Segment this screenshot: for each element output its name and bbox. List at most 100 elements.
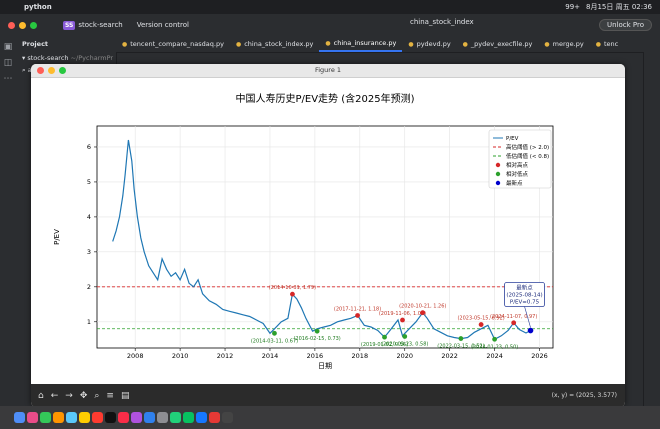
left-tool-rail: ▣ ◫ ⋯ — [0, 36, 17, 406]
relative-high-marker — [400, 317, 405, 323]
project-selector[interactable]: SS stock-search — [63, 20, 123, 30]
wechat-icon[interactable] — [183, 412, 194, 423]
tab-tencent[interactable]: ● tenc — [590, 36, 625, 52]
relative-low-marker — [382, 334, 387, 340]
pycharm-icon[interactable] — [170, 412, 181, 423]
matplotlib-toolbar: ⌂ ← → ✥ ⌕ ≡ ▤ (x, y) = (2025, 3.577) — [31, 384, 625, 407]
relative-high-label: (2020-10-21, 1.26) — [399, 304, 446, 310]
figure-minimize-button[interactable] — [48, 67, 55, 74]
relative-low-marker — [314, 328, 320, 334]
tab-label: merge.py — [552, 40, 584, 48]
forward-icon[interactable]: → — [65, 391, 73, 401]
app-name[interactable]: python — [24, 3, 52, 11]
figure-window-controls — [37, 67, 66, 74]
x-tick-label: 2016 — [307, 352, 324, 360]
back-icon[interactable]: ← — [51, 391, 59, 401]
messages-icon[interactable] — [40, 412, 51, 423]
figure-window-title: Figure 1 — [314, 66, 342, 74]
figure-zoom-button[interactable] — [59, 67, 66, 74]
tab-tencent-compare-nasdaq[interactable]: ● tencent_compare_nasdaq.py — [116, 36, 230, 52]
launchpad-icon[interactable] — [27, 412, 38, 423]
run-configuration[interactable]: china_stock_index — [410, 18, 474, 26]
project-badge: SS — [63, 20, 76, 30]
relative-low-label: (2020-03-23, 0.58) — [381, 341, 428, 347]
chart-title: 中国人寿历史P/EV走势 (含2025年预测) — [236, 92, 415, 105]
legend-swatch — [495, 171, 501, 177]
run-config-label: china_stock_index — [410, 18, 474, 26]
finder-icon[interactable] — [14, 412, 25, 423]
pev-chart: 中国人寿历史P/EV走势 (含2025年预测) 2008 2010 2012 2014 2… — [53, 92, 554, 370]
podcasts-icon[interactable] — [131, 412, 142, 423]
folder-icon[interactable]: ▣ — [3, 42, 13, 52]
tab-label: tencent_compare_nasdaq.py — [130, 40, 224, 48]
ide-toolbar: SS stock-search Version control china_st… — [0, 14, 660, 37]
close-window-button[interactable] — [8, 21, 15, 29]
safari-icon[interactable] — [66, 412, 77, 423]
appstore-icon[interactable] — [144, 412, 155, 423]
relative-low-label: (2024-01-23, 0.50) — [471, 344, 518, 350]
tab-label: pydevd.py — [416, 40, 451, 48]
python-file-icon: ● — [595, 40, 601, 48]
relative-low-marker — [492, 336, 497, 342]
menu-bar: python 99+ 8月15日 周五 02:36 — [0, 0, 660, 14]
latest-marker — [527, 327, 534, 334]
project-root-label: stock-search — [27, 54, 69, 62]
photos-icon[interactable] — [53, 412, 64, 423]
tab-pydev-execfile[interactable]: ● _pydev_execfile.py — [457, 36, 539, 52]
y-tick-label: 2 — [87, 283, 91, 291]
x-tick-label: 2018 — [352, 352, 369, 360]
x-tick-label: 2014 — [262, 352, 279, 360]
project-panel-header[interactable]: Project — [16, 36, 116, 52]
legend-swatch — [495, 180, 501, 186]
cursor-coordinates: (x, y) = (2025, 3.577) — [551, 392, 617, 399]
unlock-pro-button[interactable]: Unlock Pro — [598, 19, 652, 31]
app-icon[interactable] — [209, 412, 220, 423]
plot-area[interactable]: 中国人寿历史P/EV走势 (含2025年预测) 2008 2010 2012 2014 2… — [31, 78, 625, 384]
relative-high-label: (2019-11-06, 1.05) — [379, 311, 426, 317]
project-root-item[interactable]: ▾ stock-search ~/PycharmPr — [16, 52, 116, 64]
home-icon[interactable]: ⌂ — [38, 391, 44, 401]
figure-title-bar: Figure 1 — [31, 64, 625, 78]
clock[interactable]: 8月15日 周五 02:36 — [586, 2, 652, 12]
zoom-icon[interactable]: ⌕ — [94, 391, 99, 401]
notes-icon[interactable] — [79, 412, 90, 423]
pev-series-line — [112, 139, 531, 341]
more-icon[interactable]: ⋯ — [3, 74, 13, 84]
tab-label: _pydev_execfile.py — [470, 40, 533, 48]
structure-icon[interactable]: ◫ — [3, 58, 13, 68]
browser-icon[interactable] — [196, 412, 207, 423]
tab-china-stock-index[interactable]: ● china_stock_index.py — [230, 36, 319, 52]
legend-swatch — [495, 162, 501, 168]
relative-high-marker — [355, 313, 360, 318]
latest-annotation-text: 最新点 — [516, 284, 533, 292]
zoom-window-button[interactable] — [30, 21, 37, 29]
y-tick-label: 3 — [87, 248, 91, 256]
relative-high-marker — [290, 291, 295, 297]
tab-pydevd[interactable]: ● pydevd.py — [402, 36, 456, 52]
project-root-path: ~/PycharmPr — [70, 54, 114, 62]
settings-icon[interactable] — [157, 412, 168, 423]
appletv-icon[interactable] — [105, 412, 116, 423]
notification-badge[interactable]: 99+ — [565, 3, 580, 11]
pan-icon[interactable]: ✥ — [80, 391, 88, 401]
legend-entry: 低估阈值 (< 0.8) — [506, 152, 549, 160]
version-control-menu[interactable]: Version control — [137, 21, 189, 29]
relative-low-label: (2014-03-11, 0.67) — [251, 338, 298, 344]
x-tick-label: 2020 — [396, 352, 413, 360]
music-icon[interactable] — [118, 412, 129, 423]
trash-icon[interactable] — [222, 412, 233, 423]
legend-entry: 高估阈值 (> 2.0) — [506, 143, 549, 151]
tab-china-insurance[interactable]: ● china_insurance.py — [319, 36, 403, 52]
calendar-icon[interactable] — [92, 412, 103, 423]
configure-icon[interactable]: ≡ — [106, 391, 114, 401]
figure-close-button[interactable] — [37, 67, 44, 74]
figure-window: Figure 1 中国人寿历史P/EV走势 (含2025年预测) 2008 2010… — [31, 64, 625, 407]
save-icon[interactable]: ▤ — [121, 391, 130, 401]
x-tick-label: 2008 — [127, 352, 144, 360]
minimize-window-button[interactable] — [19, 21, 26, 29]
python-file-icon: ● — [325, 39, 331, 47]
tab-merge[interactable]: ● merge.py — [538, 36, 589, 52]
python-file-icon: ● — [462, 40, 468, 48]
tab-label: tenc — [603, 40, 619, 48]
y-tick-label: 1 — [87, 318, 91, 326]
